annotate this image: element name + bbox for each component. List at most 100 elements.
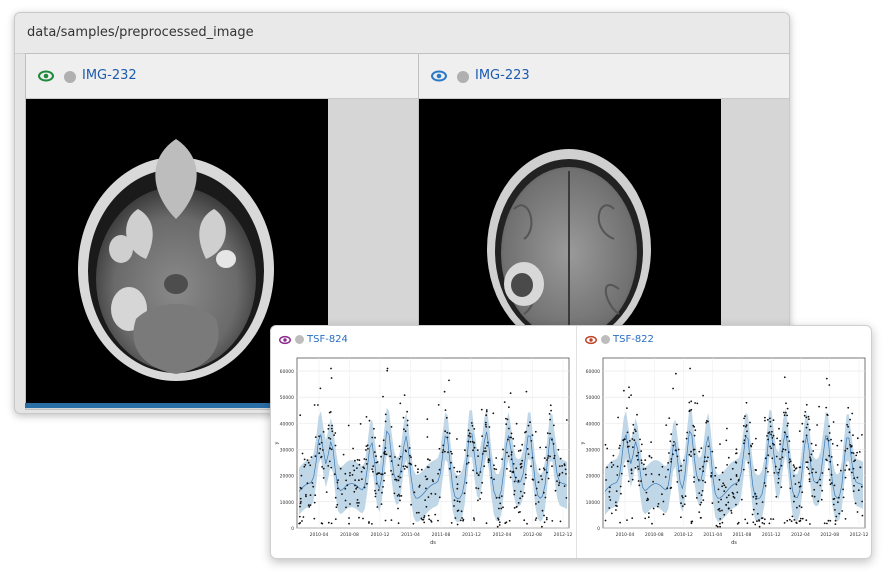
path-text: data/samples/preprocessed_image: [27, 25, 254, 40]
status-dot[interactable]: [64, 71, 76, 83]
data-point: [819, 484, 822, 487]
data-point: [844, 518, 847, 520]
eye-icon[interactable]: [279, 334, 291, 346]
data-point: [483, 465, 486, 468]
data-point: [646, 499, 648, 502]
data-point: [847, 406, 850, 409]
chart-label-2[interactable]: TSF-822: [613, 334, 654, 345]
data-point: [817, 500, 820, 503]
data-point: [394, 456, 396, 458]
data-point: [442, 444, 445, 447]
data-point: [314, 436, 317, 438]
data-point: [698, 492, 701, 494]
data-point: [801, 422, 804, 425]
x-axis-label: ds: [430, 540, 436, 546]
image-label-1[interactable]: IMG-232: [82, 68, 137, 83]
data-point: [448, 432, 451, 435]
data-point: [670, 486, 673, 489]
data-point: [299, 497, 302, 500]
data-point: [805, 434, 808, 437]
eye-icon[interactable]: [38, 68, 54, 84]
data-point: [382, 439, 385, 442]
data-point: [688, 453, 691, 456]
data-point: [469, 435, 472, 438]
data-point: [785, 411, 787, 414]
data-point: [701, 465, 704, 468]
data-point: [487, 441, 489, 444]
data-point: [485, 425, 488, 428]
data-point: [458, 470, 461, 473]
data-point: [699, 503, 702, 506]
data-point: [828, 479, 831, 481]
data-point: [375, 482, 378, 485]
data-point: [744, 518, 747, 521]
data-point: [763, 522, 766, 525]
data-point: [612, 464, 615, 466]
data-point: [547, 457, 549, 459]
data-point: [768, 431, 771, 433]
data-point: [832, 421, 835, 423]
data-point: [672, 387, 674, 390]
data-point: [406, 419, 409, 422]
data-point: [764, 416, 766, 419]
path-bar: data/samples/preprocessed_image: [15, 13, 789, 54]
data-point: [342, 453, 345, 456]
data-point: [490, 476, 493, 479]
data-point: [356, 499, 359, 501]
data-point: [402, 416, 405, 419]
status-dot[interactable]: [601, 335, 610, 344]
data-point: [769, 420, 772, 423]
chart-label-1[interactable]: TSF-824: [307, 334, 348, 345]
data-point: [793, 495, 796, 497]
data-point: [430, 519, 432, 522]
data-point: [777, 481, 780, 484]
data-point: [670, 460, 672, 463]
data-point: [714, 474, 716, 477]
data-point: [645, 491, 648, 494]
data-point: [513, 489, 516, 492]
data-point: [545, 518, 548, 521]
image-label-2[interactable]: IMG-223: [475, 68, 530, 83]
data-point: [445, 416, 448, 419]
data-point: [731, 467, 734, 470]
data-point: [854, 502, 857, 505]
data-point: [632, 432, 635, 434]
data-point: [557, 448, 560, 451]
data-point: [493, 467, 496, 470]
data-point: [394, 478, 396, 481]
data-point: [510, 432, 513, 435]
data-point: [704, 456, 706, 459]
data-point: [358, 463, 361, 466]
data-point: [794, 483, 797, 485]
data-point: [358, 479, 360, 482]
data-point: [413, 491, 416, 494]
data-point: [777, 471, 780, 474]
status-dot[interactable]: [457, 71, 469, 83]
data-point: [534, 519, 537, 521]
data-point: [730, 509, 733, 512]
data-point: [365, 449, 367, 451]
status-dot[interactable]: [295, 335, 304, 344]
data-point: [775, 495, 778, 498]
data-point: [507, 438, 509, 441]
data-point: [456, 438, 458, 440]
data-point: [711, 502, 714, 504]
chart-panel-1: TSF-824 0 10000 20000 30000 40000 50000 60000 2…: [271, 326, 577, 558]
eye-icon[interactable]: [585, 334, 597, 346]
data-point: [345, 479, 347, 482]
data-point: [559, 520, 562, 523]
data-point: [446, 431, 449, 434]
data-point: [746, 430, 748, 433]
data-point: [730, 478, 732, 481]
data-point: [685, 437, 688, 440]
data-point: [852, 452, 855, 454]
data-point: [633, 439, 636, 442]
data-point: [373, 427, 375, 430]
x-tick-label: 2012-04: [493, 532, 512, 538]
data-point: [793, 469, 796, 472]
y-tick-label: 30000: [586, 448, 600, 454]
data-point: [703, 460, 706, 463]
eye-icon[interactable]: [431, 68, 447, 84]
data-point: [508, 406, 510, 409]
data-point: [670, 458, 673, 460]
